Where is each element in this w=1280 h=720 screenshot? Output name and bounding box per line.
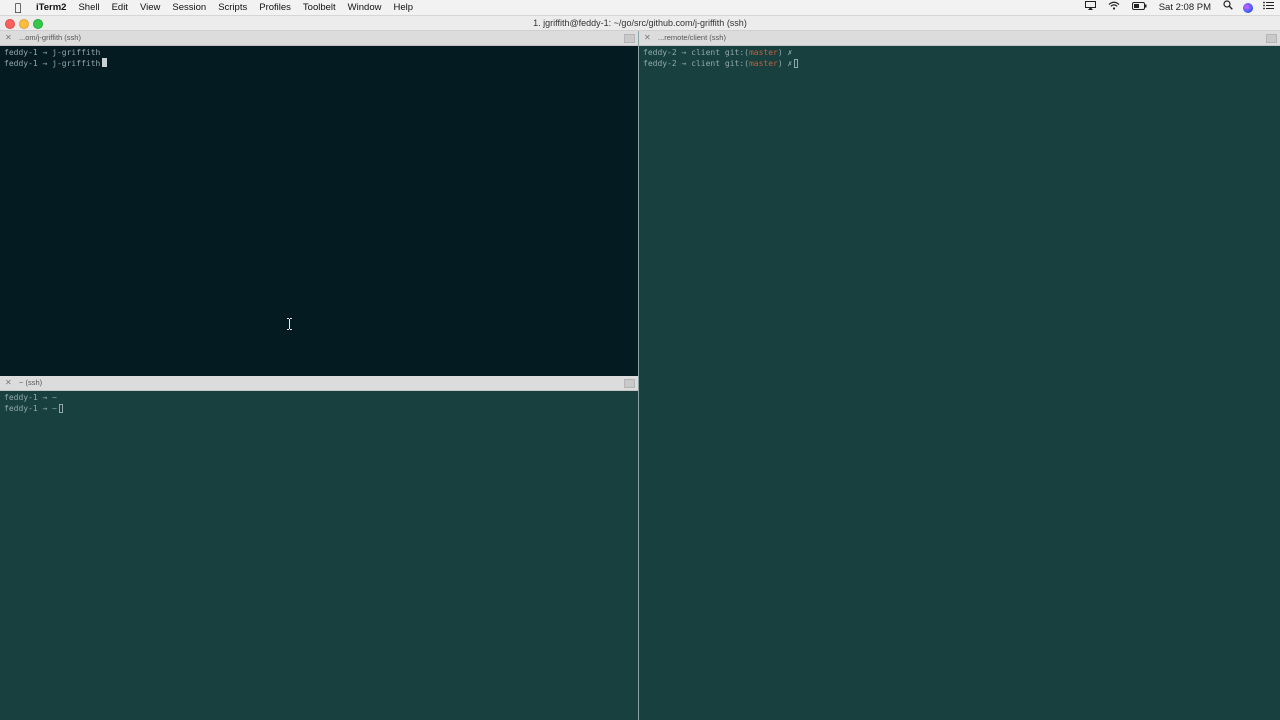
terminal-line: feddy-2 → client git:(master) ✗: [643, 58, 799, 69]
pane-tab-label: ...remote/client (ssh): [658, 33, 726, 42]
window-title: 1. jgriffith@feddy-1: ~/go/src/github.co…: [533, 18, 747, 28]
menu-help[interactable]: Help: [387, 0, 419, 15]
terminal-pane-bottom-left[interactable]: ✕ ~ (ssh) feddy-1 → ~ feddy-1 → ~: [0, 376, 638, 720]
pane-tab-label: ...om/j-griffith (ssh): [19, 33, 81, 42]
menu-scripts[interactable]: Scripts: [212, 0, 253, 15]
airplay-icon[interactable]: [1079, 0, 1102, 15]
terminal-line: feddy-2 → client git:(master) ✗: [643, 48, 793, 57]
menu-profiles[interactable]: Profiles: [253, 0, 297, 15]
terminal-line: feddy-1 → ~: [4, 393, 57, 402]
terminal-cursor: [58, 404, 63, 413]
terminal-cursor: [794, 59, 799, 68]
pane-tab-label: ~ (ssh): [19, 378, 43, 387]
pane-drag-handle[interactable]: [624, 379, 635, 388]
terminal-output[interactable]: feddy-1 → j-griffith feddy-1 → j-griffit…: [0, 46, 638, 376]
pane-drag-handle[interactable]: [1266, 34, 1277, 43]
menu-window[interactable]: Window: [342, 0, 388, 15]
close-pane-icon[interactable]: ✕: [5, 376, 12, 390]
close-pane-icon[interactable]: ✕: [5, 31, 12, 45]
menubar-clock[interactable]: Sat 2:08 PM: [1153, 0, 1217, 15]
apple-icon[interactable]: : [0, 0, 36, 15]
pane-tab-bottom-left[interactable]: ✕ ~ (ssh): [0, 376, 638, 391]
notification-center-icon[interactable]: [1257, 0, 1280, 15]
terminal-output[interactable]: feddy-1 → ~ feddy-1 → ~: [0, 391, 638, 720]
terminal-pane-right[interactable]: ✕ ...remote/client (ssh) feddy-2 → clien…: [639, 31, 1280, 720]
siri-icon[interactable]: [1243, 2, 1253, 13]
wifi-icon[interactable]: [1102, 0, 1126, 15]
menu-session[interactable]: Session: [166, 0, 212, 15]
terminal-cursor: [102, 58, 108, 67]
spotlight-search-icon[interactable]: [1217, 0, 1239, 15]
menu-view[interactable]: View: [134, 0, 166, 15]
terminal-output[interactable]: feddy-2 → client git:(master) ✗ feddy-2 …: [639, 46, 1280, 720]
window-title-bar[interactable]: 1. jgriffith@feddy-1: ~/go/src/github.co…: [0, 16, 1280, 31]
terminal-line: feddy-1 → j-griffith: [4, 48, 101, 57]
battery-icon[interactable]: [1126, 0, 1153, 15]
pane-drag-handle[interactable]: [624, 34, 635, 43]
pane-tab-right[interactable]: ✕ ...remote/client (ssh): [639, 31, 1280, 46]
menu-edit[interactable]: Edit: [106, 0, 134, 15]
terminal-pane-top-left[interactable]: ✕ ...om/j-griffith (ssh) feddy-1 → j-gri…: [0, 31, 638, 376]
terminal-line: feddy-1 → ~: [4, 403, 63, 414]
menu-shell[interactable]: Shell: [72, 0, 105, 15]
menu-bar:  iTerm2 Shell Edit View Session Scripts…: [0, 0, 1280, 16]
git-branch: master: [748, 48, 778, 57]
git-branch: master: [748, 59, 778, 68]
menu-app-name[interactable]: iTerm2: [36, 0, 72, 15]
close-pane-icon[interactable]: ✕: [644, 31, 651, 45]
ibeam-cursor-icon: [287, 318, 292, 330]
terminal-line: feddy-1 → j-griffith: [4, 58, 108, 69]
pane-tab-top-left[interactable]: ✕ ...om/j-griffith (ssh): [0, 31, 638, 46]
menu-toolbelt[interactable]: Toolbelt: [297, 0, 342, 15]
